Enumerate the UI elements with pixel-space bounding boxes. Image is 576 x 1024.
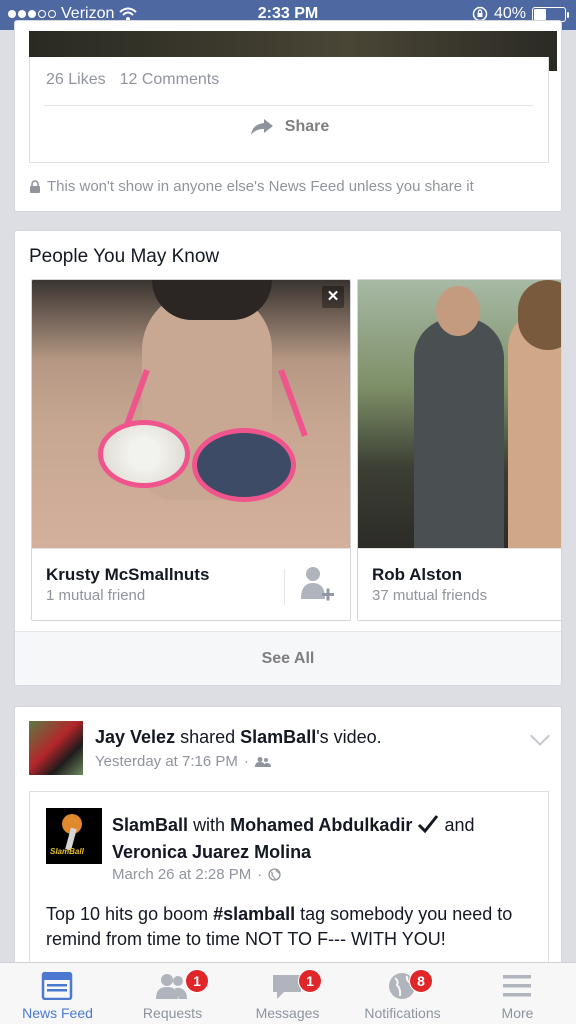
tab-news-feed[interactable]: News Feed (0, 963, 115, 1024)
mutual-friends[interactable]: 1 mutual friend (46, 587, 145, 604)
globe-icon (268, 868, 281, 881)
people-you-may-know-card: People You May Know ✕ Krusty McSmallnuts… (14, 230, 562, 686)
feed-post-card: 26 Likes 12 Comments Share This won't sh… (14, 20, 562, 212)
tagged-person[interactable]: Veronica Juarez Molina (112, 842, 311, 862)
logo-text: SlamBall (50, 847, 84, 856)
person-info: Rob Alston 37 mutual friends (358, 548, 561, 620)
tab-notifications[interactable]: 8 Notifications (345, 963, 460, 1024)
person-photo[interactable] (358, 280, 561, 548)
person-card[interactable]: Rob Alston 37 mutual friends (357, 279, 561, 621)
person-name[interactable]: Rob Alston (372, 565, 462, 585)
messages-badge: 1 (298, 969, 322, 993)
tab-label: More (501, 1005, 534, 1021)
hashtag-link[interactable]: #slamball (213, 904, 295, 924)
pymk-title: People You May Know (29, 246, 220, 267)
share-icon (250, 119, 273, 135)
news-feed-icon (41, 972, 73, 1000)
tab-messages[interactable]: 1 Messages (230, 963, 345, 1024)
tab-label: News Feed (22, 1005, 93, 1021)
timestamp[interactable]: March 26 at 2:28 PM (112, 866, 251, 883)
person-card[interactable]: ✕ Krusty McSmallnuts 1 mutual friend (31, 279, 351, 621)
notifications-badge: 8 (409, 969, 433, 993)
battery-fill (534, 8, 546, 20)
share-button[interactable]: Share (30, 117, 548, 137)
post-text: Top 10 hits go boom #slamball tag somebo… (46, 904, 513, 949)
comments-count[interactable]: 12 Comments (120, 71, 220, 89)
tab-label: Notifications (364, 1005, 441, 1021)
post-timestamp: Yesterday at 7:16 PM · (95, 753, 271, 770)
post-actions-box: 26 Likes 12 Comments Share (29, 57, 549, 163)
tagged-person[interactable]: Mohamed Abdulkadir (230, 815, 412, 835)
divider (44, 105, 534, 106)
friends-privacy-icon (254, 756, 271, 767)
person-name[interactable]: Krusty McSmallnuts (46, 565, 209, 585)
dismiss-icon[interactable]: ✕ (322, 286, 344, 308)
privacy-text: This won't show in anyone else's News Fe… (47, 178, 474, 195)
slamball-logo[interactable]: SlamBall (46, 808, 102, 864)
likes-count[interactable]: 26 Likes (46, 71, 106, 89)
see-all-button[interactable]: See All (15, 631, 561, 685)
avatar[interactable] (29, 721, 83, 775)
shared-author[interactable]: SlamBall (112, 815, 188, 835)
person-info: Krusty McSmallnuts 1 mutual friend (32, 548, 350, 620)
tab-bar: News Feed 1 Requests 1 Messages 8 Notifi… (0, 962, 576, 1024)
shared-post-header: SlamBall with Mohamed Abdulkadir and Ver… (112, 815, 475, 862)
add-friend-icon[interactable] (300, 565, 334, 605)
tab-more[interactable]: More (460, 963, 575, 1024)
divider (284, 569, 285, 605)
post-header: Jay Velez shared SlamBall's video. (95, 727, 382, 748)
author-name[interactable]: Jay Velez (95, 727, 175, 747)
chevron-down-icon[interactable] (530, 726, 550, 746)
tab-requests[interactable]: 1 Requests (115, 963, 230, 1024)
lock-icon (30, 180, 40, 193)
mutual-friends[interactable]: 37 mutual friends (372, 587, 487, 604)
checkmark-icon (418, 815, 439, 834)
shared-post-timestamp: March 26 at 2:28 PM · (112, 866, 281, 883)
post-object: 's video. (316, 727, 382, 747)
tab-label: Messages (255, 1005, 320, 1021)
share-label: Share (284, 118, 330, 135)
person-photo[interactable] (32, 280, 350, 548)
menu-icon (503, 975, 531, 997)
tab-label: Requests (142, 1005, 203, 1021)
post-stats: 26 Likes 12 Comments (46, 71, 219, 89)
privacy-note: This won't show in anyone else's News Fe… (29, 178, 474, 195)
requests-badge: 1 (185, 969, 209, 993)
page-name[interactable]: SlamBall (240, 727, 316, 747)
post-action: shared (180, 727, 236, 747)
timestamp[interactable]: Yesterday at 7:16 PM (95, 753, 238, 770)
